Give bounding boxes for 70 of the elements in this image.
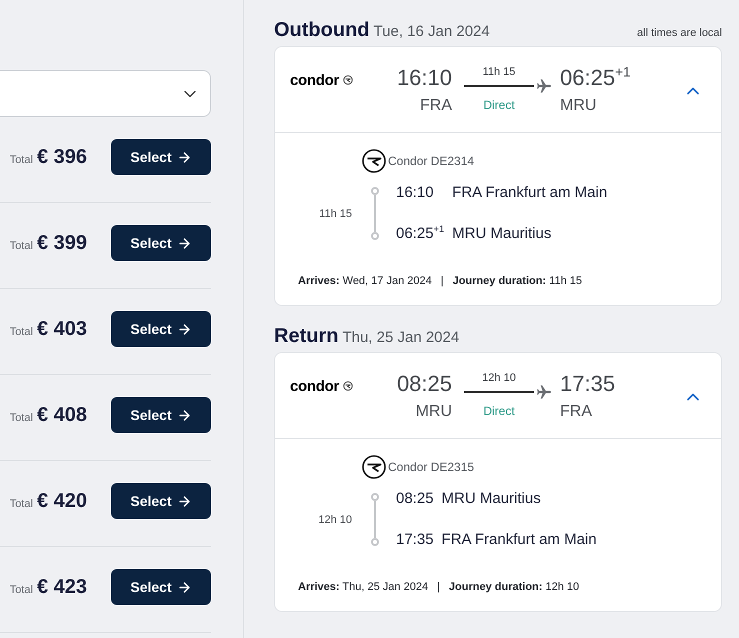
select-button[interactable]: Select [111, 569, 211, 605]
stop-airport: FRA Frankfurt am Main [442, 530, 597, 550]
airline-logo: condor [290, 378, 340, 394]
arrow-right-icon [176, 494, 192, 508]
price-label: Total [10, 239, 33, 254]
select-button[interactable]: Select [111, 139, 211, 175]
plane-icon [537, 385, 551, 399]
price-amount: € 399 [36, 231, 87, 256]
price-label: Total [10, 497, 33, 512]
route-timeline-drawing [371, 493, 379, 546]
price-amount: € 420 [36, 489, 87, 514]
airline-emblem-icon [362, 149, 386, 173]
price-label: Total [10, 583, 33, 598]
departure-airport: MRU [416, 402, 452, 422]
airline-emblem-icon [343, 75, 354, 85]
price-amount: € 403 [36, 317, 87, 342]
price-amount: € 396 [36, 145, 87, 170]
segment-duration: 12h 10 [317, 514, 352, 526]
arrival-time: 06:25$^{+1}$ [560, 65, 631, 91]
stop-time: 06:25$^{+1}$ [396, 224, 444, 244]
arrival-airport: FRA [560, 402, 592, 422]
arrow-right-icon [176, 150, 192, 164]
departure-time: 08:25 [396, 371, 452, 397]
section-date: Thu, 25 Jan 2024 [342, 328, 460, 348]
select-button[interactable]: Select [111, 311, 211, 347]
airline-logo: condor [290, 72, 340, 88]
journey-duration-text: Journey duration: 11h 15 [452, 275, 582, 288]
select-button[interactable]: Select [111, 397, 211, 433]
arrival-date-text: Arrives: Wed, 17 Jan 2024 [298, 275, 432, 288]
arrow-right-icon [176, 236, 192, 250]
journey-duration-text: Journey duration: 12h 10 [448, 581, 580, 594]
segment-duration: 11h 15 [318, 208, 352, 220]
section-title: Outbound [274, 18, 370, 42]
stop-time: 08:25 [396, 489, 434, 509]
flight-duration: 11h 15 [482, 65, 516, 79]
stop-airport: FRA Frankfurt am Main [452, 183, 608, 203]
connection-type: Direct [483, 403, 515, 419]
plane-icon [537, 79, 551, 93]
arrow-right-icon [176, 322, 192, 336]
connection-type: Direct [483, 97, 515, 113]
price-label: Total [10, 153, 33, 168]
airline-emblem-icon [362, 455, 386, 479]
select-button[interactable]: Select [111, 483, 211, 519]
departure-airport: FRA [420, 96, 452, 116]
price-amount: € 408 [36, 403, 87, 428]
section-date: Tue, 16 Jan 2024 [374, 22, 490, 42]
stop-time: 17:35 [396, 530, 434, 550]
arrow-right-icon [176, 408, 192, 422]
separator-text: | [440, 275, 444, 288]
price-amount: € 423 [36, 575, 87, 600]
stop-airport: MRU Mauritius [442, 489, 542, 509]
select-button[interactable]: Select [111, 225, 211, 261]
price-label: Total [10, 325, 33, 340]
flight-duration: 12h 10 [482, 371, 516, 385]
arrival-date-text: Arrives: Thu, 25 Jan 2024 [298, 581, 428, 594]
flight-number: Condor DE2315 [388, 460, 474, 474]
dropdown-field[interactable] [0, 70, 211, 117]
stop-airport: MRU Mauritius [452, 224, 552, 244]
airline-emblem-icon [343, 381, 354, 391]
arrow-right-icon [176, 580, 192, 594]
timezone-note: all times are local [637, 26, 722, 41]
arrival-airport: MRU [560, 96, 596, 116]
arrival-time: 17:35 [560, 371, 616, 397]
departure-time: 16:10 [396, 65, 452, 91]
separator-text: | [437, 581, 440, 594]
route-timeline-drawing [371, 187, 379, 240]
price-label: Total [10, 411, 33, 426]
stop-time: 16:10 [396, 183, 435, 203]
section-title: Return [274, 324, 338, 348]
flight-number: Condor DE2314 [388, 154, 474, 168]
